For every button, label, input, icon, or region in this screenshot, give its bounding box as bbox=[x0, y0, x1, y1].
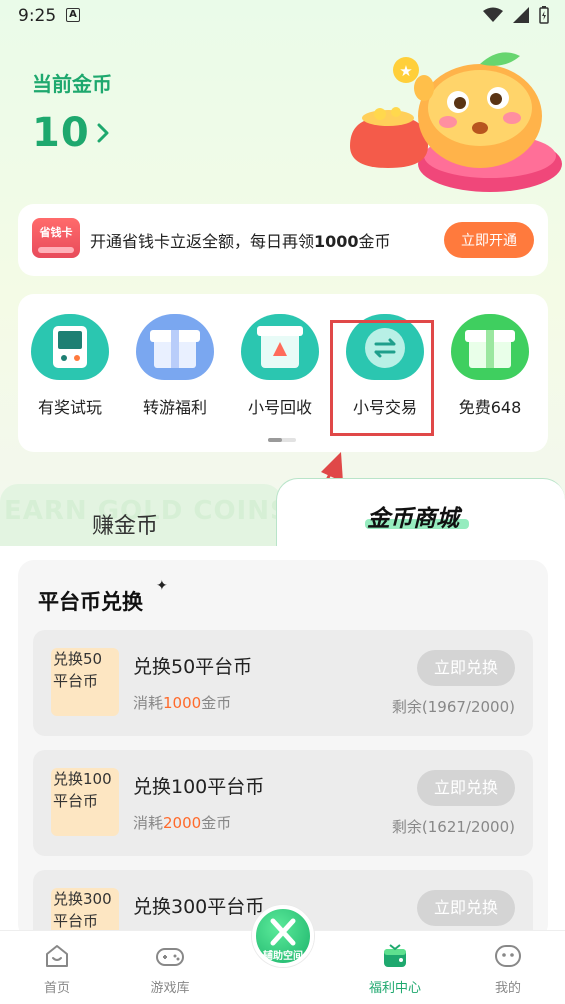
nav-assist-space[interactable]: 辅助空间 bbox=[252, 905, 314, 967]
sparkle-icon: ✦ bbox=[156, 578, 168, 594]
nav-mine-label: 我的 bbox=[494, 981, 521, 996]
saver-card-text: 开通省钱卡立返全额，每日再领1000金币 bbox=[90, 228, 391, 252]
nav-welfare-center-label: 福利中心 bbox=[368, 981, 421, 996]
feature-label: 免费648 bbox=[458, 398, 522, 417]
saver-card-icon: 省钱卡 bbox=[32, 218, 80, 258]
gift-box-icon bbox=[451, 314, 529, 380]
nav-mine[interactable]: 我的 bbox=[468, 943, 548, 996]
nav-home-label: 首页 bbox=[43, 981, 70, 996]
exchange-item: 兑换100平台币 兑换100平台币 消耗2000金币 立即兑换 剩余(1621/… bbox=[33, 750, 533, 856]
exchange-now-button[interactable]: 立即兑换 bbox=[417, 890, 515, 926]
item-title: 兑换300平台币 bbox=[133, 896, 265, 918]
gamepad-icon bbox=[31, 314, 109, 380]
mascot-illustration: ★ bbox=[350, 52, 562, 192]
bottom-navigation: 首页 游戏库 辅助空间 福利中心 我的 bbox=[0, 905, 565, 1004]
item-title: 兑换50平台币 bbox=[133, 656, 253, 678]
platform-coin-exchange-panel: 平台币兑换 ✦ 兑换50平台币 兑换50平台币 消耗1000金币 立即兑换 剩余… bbox=[18, 560, 548, 976]
saver-text-prefix: 开通省钱卡立返全额，每日再领 bbox=[90, 232, 315, 251]
item-image: 兑换50平台币 bbox=[51, 648, 119, 716]
feature-free-648[interactable]: 免费648 bbox=[440, 314, 540, 418]
item-cost: 消耗2000金币 bbox=[133, 812, 231, 833]
status-bar: 9:25 A bbox=[0, 0, 565, 34]
tab-earn-coins[interactable]: EARN GOLD COINS 赚金币 bbox=[0, 484, 289, 548]
feature-label: 转游福利 bbox=[142, 398, 207, 417]
current-coins-label: 当前金币 bbox=[32, 72, 112, 96]
battery-icon bbox=[539, 6, 549, 24]
exchange-now-button[interactable]: 立即兑换 bbox=[417, 650, 515, 686]
status-time: 9:25 bbox=[18, 6, 57, 26]
feature-transfer-welfare[interactable]: 转游福利 bbox=[125, 314, 225, 418]
item-cost-prefix: 消耗 bbox=[133, 814, 164, 832]
notification-a-icon: A bbox=[66, 8, 80, 22]
item-cost-prefix: 消耗 bbox=[133, 694, 164, 712]
nav-game-library[interactable]: 游戏库 bbox=[130, 943, 210, 996]
exchange-item: 兑换50平台币 兑换50平台币 消耗1000金币 立即兑换 剩余(1967/20… bbox=[33, 630, 533, 736]
item-cost-suffix: 金币 bbox=[201, 814, 232, 832]
feature-trial-play[interactable]: 有奖试玩 bbox=[20, 314, 120, 418]
tab-earn-coins-label: 赚金币 bbox=[92, 514, 159, 539]
gamepad-icon bbox=[156, 948, 184, 966]
item-title: 兑换100平台币 bbox=[133, 776, 265, 798]
saver-text-suffix: 金币 bbox=[358, 232, 391, 251]
exchange-now-button[interactable]: 立即兑换 bbox=[417, 770, 515, 806]
gift-wallet-icon bbox=[384, 944, 406, 967]
status-icons bbox=[483, 6, 549, 24]
coin-balance[interactable]: 10 bbox=[32, 110, 90, 156]
tab-coin-mall-label: 金币商城 bbox=[367, 506, 459, 532]
feature-label: 有奖试玩 bbox=[37, 398, 102, 417]
item-remaining: 剩余(1621/2000) bbox=[391, 818, 515, 836]
saver-text-amount: 1000 bbox=[314, 232, 359, 251]
panel-title: 平台币兑换 bbox=[38, 590, 143, 614]
feature-grid: 有奖试玩 转游福利 小号回收 小号交易 免费648 bbox=[18, 294, 548, 452]
tab-bar: EARN GOLD COINS 赚金币 金币商城 bbox=[0, 478, 565, 548]
saver-card-banner[interactable]: 省钱卡 开通省钱卡立返全额，每日再领1000金币 立即开通 bbox=[18, 204, 548, 276]
page-indicator bbox=[268, 438, 296, 442]
signal-icon bbox=[513, 7, 529, 23]
item-image: 兑换100平台币 bbox=[51, 768, 119, 836]
profile-face-icon bbox=[495, 945, 521, 967]
svg-text:★: ★ bbox=[399, 62, 412, 80]
feature-label: 小号回收 bbox=[247, 398, 312, 417]
home-icon bbox=[46, 945, 68, 967]
item-cost-number: 2000 bbox=[163, 814, 202, 832]
item-cost: 消耗1000金币 bbox=[133, 692, 231, 713]
nav-game-library-label: 游戏库 bbox=[150, 981, 190, 996]
nav-welfare-center[interactable]: 福利中心 bbox=[355, 943, 435, 996]
feature-account-recycle[interactable]: 小号回收 bbox=[230, 314, 330, 418]
open-now-button[interactable]: 立即开通 bbox=[444, 222, 534, 258]
item-cost-suffix: 金币 bbox=[201, 694, 232, 712]
chevron-right-icon[interactable] bbox=[96, 122, 110, 144]
highlight-box bbox=[330, 320, 434, 436]
item-cost-number: 1000 bbox=[163, 694, 202, 712]
gift-box-icon bbox=[136, 314, 214, 380]
nav-home[interactable]: 首页 bbox=[17, 943, 97, 996]
recycle-box-icon bbox=[241, 314, 319, 380]
nav-assist-space-label: 辅助空间 bbox=[263, 951, 303, 962]
item-remaining: 剩余(1967/2000) bbox=[391, 698, 515, 716]
tab-coin-mall[interactable]: 金币商城 bbox=[276, 478, 565, 548]
wifi-icon bbox=[483, 7, 503, 22]
